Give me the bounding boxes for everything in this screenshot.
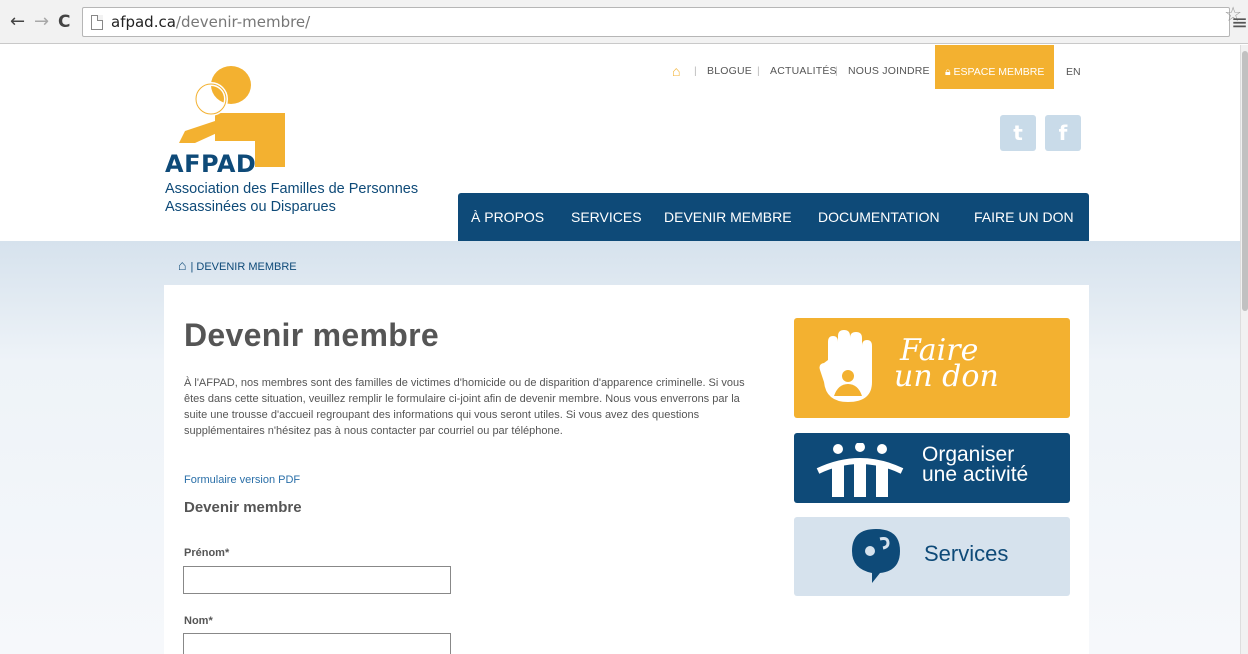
page-title: Devenir membre xyxy=(184,317,439,353)
faire-un-don-tile[interactable]: Faire un don xyxy=(794,318,1070,418)
lock-icon: 🔒︎ xyxy=(945,66,951,78)
hand-icon xyxy=(819,330,872,402)
services-tile-label: Services xyxy=(924,541,1009,566)
reload-icon[interactable]: C xyxy=(58,12,70,32)
topnav-nous-joindre[interactable]: NOUS JOINDRE xyxy=(848,65,930,77)
org-name: Association des Familles de Personnes As… xyxy=(165,180,418,216)
nom-label: Nom* xyxy=(184,615,213,627)
browser-toolbar: ← → C afpad.ca/devenir-membre/ ☆ ≡ xyxy=(0,0,1248,44)
back-arrow-icon[interactable]: ← xyxy=(10,12,25,32)
people-group-icon xyxy=(816,443,904,497)
separator: | xyxy=(835,65,838,77)
espace-membre-button[interactable]: 🔒︎ ESPACE MEMBRE xyxy=(935,45,1054,89)
speech-question-icon xyxy=(852,529,900,583)
separator: | xyxy=(694,65,697,77)
pdf-form-link[interactable]: Formulaire version PDF xyxy=(184,474,300,486)
organiser-activite-tile[interactable]: Organiser une activité xyxy=(794,433,1070,503)
twitter-icon[interactable]: t xyxy=(1000,115,1036,151)
scrollbar-thumb[interactable] xyxy=(1242,51,1248,311)
page-icon xyxy=(91,15,103,30)
forward-arrow-icon[interactable]: → xyxy=(34,12,49,32)
nav-documentation[interactable]: DOCUMENTATION xyxy=(818,209,940,225)
don-line2: un don xyxy=(894,359,999,394)
act-line2: une activité xyxy=(922,463,1029,486)
nav-faire-un-don[interactable]: FAIRE UN DON xyxy=(974,209,1074,225)
prenom-input[interactable] xyxy=(183,566,451,594)
menu-icon[interactable]: ≡ xyxy=(1231,10,1248,34)
logo-wordmark: AFPAD xyxy=(165,150,257,178)
breadcrumb-current: DEVENIR MEMBRE xyxy=(196,261,297,273)
facebook-icon[interactable]: f xyxy=(1045,115,1081,151)
org-name-line2: Assassinées ou Disparues xyxy=(165,199,336,215)
separator: | xyxy=(757,65,760,77)
intro-text: À l'AFPAD, nos membres sont des familles… xyxy=(184,377,745,437)
topnav-blogue[interactable]: BLOGUE xyxy=(707,65,752,77)
page-scrollbar[interactable] xyxy=(1240,45,1248,654)
nav-a-propos[interactable]: À PROPOS xyxy=(471,209,544,225)
act-line1: Organiser xyxy=(922,443,1015,466)
home-icon[interactable]: ⌂ xyxy=(178,257,186,273)
url-text[interactable]: afpad.ca/devenir-membre/ xyxy=(111,13,310,31)
home-icon[interactable]: ⌂ xyxy=(672,63,680,79)
activite-tile-label: Organiser une activité xyxy=(922,443,1029,486)
espace-membre-label: ESPACE MEMBRE xyxy=(953,66,1045,78)
prenom-label: Prénom* xyxy=(184,547,230,559)
content-card: Devenir membre À l'AFPAD, nos membres so… xyxy=(164,285,1089,654)
nom-input[interactable] xyxy=(183,633,451,654)
url-path: /devenir-membre/ xyxy=(175,13,311,31)
nav-services[interactable]: SERVICES xyxy=(571,209,642,225)
language-switch[interactable]: EN xyxy=(1066,66,1081,78)
afpad-logo[interactable]: AFPAD xyxy=(165,63,445,243)
services-tile[interactable]: Services xyxy=(794,517,1070,596)
topnav-actualites[interactable]: ACTUALITÉS xyxy=(770,65,837,77)
url-host: afpad.ca xyxy=(111,13,176,31)
breadcrumb: ⌂ | DEVENIR MEMBRE xyxy=(178,257,297,273)
don-tile-label: Faire un don xyxy=(894,336,999,392)
address-bar[interactable]: afpad.ca/devenir-membre/ xyxy=(82,7,1230,37)
web-page: AFPAD Association des Familles de Person… xyxy=(0,45,1240,654)
main-nav: À PROPOS SERVICES DEVENIR MEMBRE DOCUMEN… xyxy=(458,193,1089,241)
form-title: Devenir membre xyxy=(184,499,302,516)
org-name-line1: Association des Familles de Personnes xyxy=(165,181,419,197)
nav-devenir-membre[interactable]: DEVENIR MEMBRE xyxy=(664,209,792,225)
